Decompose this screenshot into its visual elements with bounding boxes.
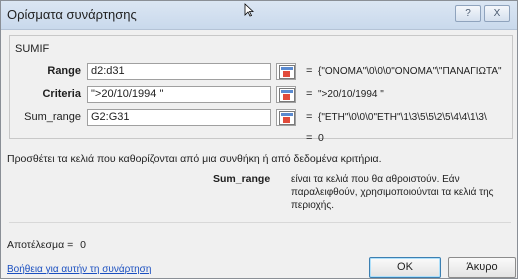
param-help-name: Sum_range xyxy=(213,173,271,185)
sum-range-equals: = xyxy=(306,111,313,123)
range-result: {"ONOMA"\0\0\0"ONOMA"\"ΠΑΝΑΓΙΩΤΑ" xyxy=(318,66,502,77)
range-input[interactable]: d2:d31 xyxy=(87,63,271,80)
function-result-equals: = xyxy=(306,132,313,144)
sum-range-input[interactable]: G2:G31 xyxy=(87,109,271,126)
title-bar[interactable]: Ορίσματα συνάρτησης ? X xyxy=(1,1,517,30)
criteria-label: Criteria xyxy=(42,88,81,100)
criteria-input[interactable]: ">20/10/1994 " xyxy=(87,86,271,103)
sum-range-result: {"ETH"\0\0\0"ETH"\1\3\5\5\2\5\4\4\1\3\ xyxy=(318,112,487,123)
formula-result-value: 0 xyxy=(80,239,86,251)
dialog-title: Ορίσματα συνάρτησης xyxy=(7,7,137,22)
formula-result: Αποτέλεσμα = 0 xyxy=(7,239,86,251)
function-result-value: 0 xyxy=(318,132,324,144)
range-ref-button[interactable] xyxy=(276,63,296,80)
function-arguments-dialog: Ορίσματα συνάρτησης ? X SUMIF Range d2:d… xyxy=(0,0,518,279)
sum-range-ref-button[interactable] xyxy=(276,109,296,126)
function-name: SUMIF xyxy=(15,43,50,55)
cancel-button[interactable]: Άκυρο xyxy=(448,257,516,278)
ok-button[interactable]: OK xyxy=(369,257,441,278)
criteria-equals: = xyxy=(306,88,313,100)
criteria-result: ">20/10/1994 " xyxy=(318,89,384,100)
formula-result-label: Αποτέλεσμα = xyxy=(7,239,74,251)
help-button[interactable]: ? xyxy=(455,5,481,22)
close-button[interactable]: X xyxy=(484,5,510,22)
range-equals: = xyxy=(306,65,313,77)
range-label: Range xyxy=(47,65,81,77)
collapse-dialog-icon xyxy=(279,65,295,79)
collapse-dialog-icon xyxy=(279,111,295,125)
param-help-text: είναι τα κελιά που θα αθροιστούν. Εάν πα… xyxy=(291,174,494,211)
sum-range-label: Sum_range xyxy=(24,111,81,123)
separator xyxy=(9,222,511,223)
function-description: Προσθέτει τα κελιά που καθορίζονται από … xyxy=(7,153,382,165)
collapse-dialog-icon xyxy=(279,88,295,102)
mouse-cursor-icon xyxy=(244,3,254,17)
criteria-ref-button[interactable] xyxy=(276,86,296,103)
help-link[interactable]: Βοήθεια για αυτήν τη συνάρτηση xyxy=(7,264,151,275)
